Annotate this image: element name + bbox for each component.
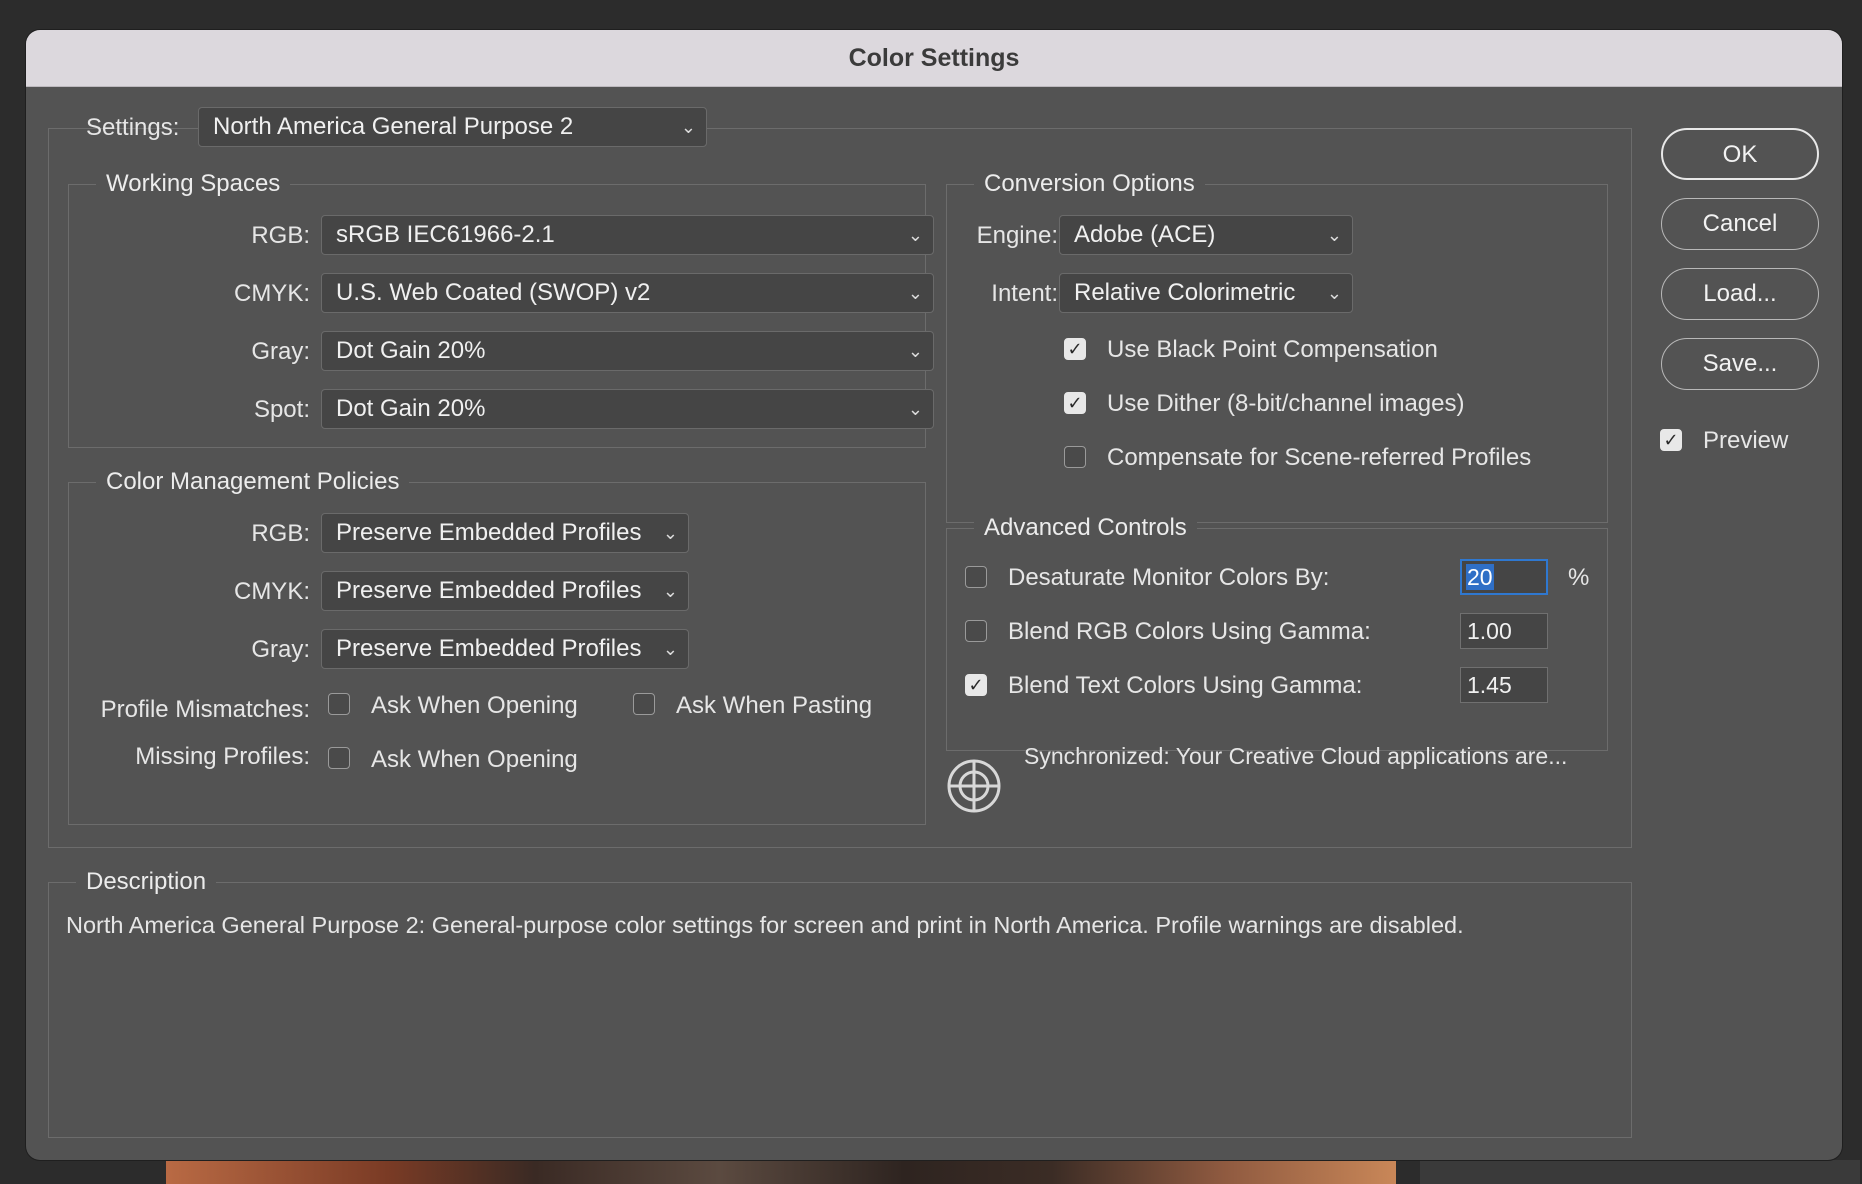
profile-mismatches-label: Profile Mismatches: [100, 696, 310, 723]
ws-cmyk-value: U.S. Web Coated (SWOP) v2 [336, 279, 651, 306]
color-settings-dialog: Color Settings Settings: North America G… [26, 30, 1842, 1160]
conversion-options-title: Conversion Options [974, 170, 1205, 198]
blend-rgb-checkbox[interactable] [965, 620, 987, 642]
black-point-label: Use Black Point Compensation [1107, 336, 1438, 363]
chevron-down-icon: ⌄ [1326, 283, 1342, 303]
missing-ask-opening-checkbox[interactable] [328, 747, 350, 769]
advanced-controls-title: Advanced Controls [974, 514, 1197, 542]
policy-gray-select[interactable]: Preserve Embedded Profiles ⌄ [321, 629, 689, 669]
save-button[interactable]: Save... [1661, 338, 1819, 390]
background-panel-strip [1420, 1160, 1860, 1184]
chevron-down-icon: ⌄ [907, 399, 923, 419]
blend-text-checkbox[interactable]: ✓ [965, 674, 987, 696]
blend-rgb-value: 1.00 [1467, 618, 1512, 644]
policy-cmyk-select[interactable]: Preserve Embedded Profiles ⌄ [321, 571, 689, 611]
policy-gray-value: Preserve Embedded Profiles [336, 635, 642, 662]
ws-spot-value: Dot Gain 20% [336, 395, 486, 422]
policy-rgb-value: Preserve Embedded Profiles [336, 519, 642, 546]
blend-rgb-input[interactable]: 1.00 [1460, 613, 1548, 649]
policy-rgb-label: RGB: [251, 520, 310, 547]
mismatch-ask-pasting-label: Ask When Pasting [676, 692, 873, 719]
sync-status-text: Synchronized: Your Creative Cloud applic… [1024, 743, 1568, 769]
settings-label: Settings: [86, 114, 180, 141]
ws-cmyk-label: CMYK: [233, 280, 310, 307]
desaturate-checkbox[interactable] [965, 566, 987, 588]
engine-select[interactable]: Adobe (ACE) ⌄ [1059, 215, 1353, 255]
black-point-checkbox[interactable]: ✓ [1064, 338, 1086, 360]
chevron-down-icon: ⌄ [680, 117, 696, 137]
window-title: Color Settings [848, 44, 1020, 72]
ws-gray-label: Gray: [251, 338, 310, 365]
preview-label: Preview [1703, 427, 1789, 454]
working-spaces-title: Working Spaces [96, 170, 291, 198]
checkmark-icon: ✓ [968, 675, 984, 695]
chevron-down-icon: ⌄ [907, 225, 923, 245]
ws-gray-value: Dot Gain 20% [336, 337, 486, 364]
blend-text-label: Blend Text Colors Using Gamma: [1008, 672, 1363, 699]
crosshair-sync-icon [946, 758, 1002, 814]
chevron-down-icon: ⌄ [907, 283, 923, 303]
blend-text-value: 1.45 [1467, 672, 1512, 698]
ws-rgb-select[interactable]: sRGB IEC61966-2.1 ⌄ [321, 215, 934, 255]
settings-select-value: North America General Purpose 2 [213, 113, 574, 140]
desaturate-value: 20 [1466, 564, 1494, 590]
settings-select[interactable]: North America General Purpose 2 ⌄ [198, 107, 707, 147]
engine-label: Engine: [976, 222, 1058, 249]
desaturate-input[interactable]: 20 [1460, 559, 1548, 595]
engine-value: Adobe (ACE) [1074, 221, 1216, 248]
desaturate-unit: % [1568, 564, 1590, 591]
ws-rgb-label: RGB: [251, 222, 310, 249]
blend-rgb-label: Blend RGB Colors Using Gamma: [1008, 618, 1371, 645]
ws-spot-select[interactable]: Dot Gain 20% ⌄ [321, 389, 934, 429]
preview-checkbox[interactable]: ✓ [1660, 429, 1682, 451]
intent-label: Intent: [991, 280, 1058, 307]
policy-cmyk-value: Preserve Embedded Profiles [336, 577, 642, 604]
title-bar: Color Settings [26, 30, 1842, 87]
checkmark-icon: ✓ [1067, 339, 1083, 359]
ws-rgb-value: sRGB IEC61966-2.1 [336, 221, 555, 248]
desaturate-label: Desaturate Monitor Colors By: [1008, 564, 1330, 591]
chevron-down-icon: ⌄ [662, 523, 678, 543]
scene-referred-checkbox[interactable] [1064, 446, 1086, 468]
checkmark-icon: ✓ [1663, 430, 1679, 450]
ws-cmyk-select[interactable]: U.S. Web Coated (SWOP) v2 ⌄ [321, 273, 934, 313]
policies-title: Color Management Policies [96, 468, 410, 496]
dither-label: Use Dither (8-bit/channel images) [1107, 390, 1465, 417]
chevron-down-icon: ⌄ [662, 581, 678, 601]
chevron-down-icon: ⌄ [1326, 225, 1342, 245]
blend-text-input[interactable]: 1.45 [1460, 667, 1548, 703]
policy-rgb-select[interactable]: Preserve Embedded Profiles ⌄ [321, 513, 689, 553]
policy-cmyk-label: CMYK: [233, 578, 310, 605]
policy-gray-label: Gray: [251, 636, 310, 663]
intent-value: Relative Colorimetric [1074, 279, 1296, 306]
missing-ask-opening-label: Ask When Opening [371, 746, 578, 773]
description-title: Description [76, 868, 217, 896]
ok-button[interactable]: OK [1661, 128, 1819, 180]
load-button[interactable]: Load... [1661, 268, 1819, 320]
background-image-strip [166, 1160, 1396, 1184]
intent-select[interactable]: Relative Colorimetric ⌄ [1059, 273, 1353, 313]
missing-profiles-label: Missing Profiles: [135, 743, 310, 770]
checkmark-icon: ✓ [1067, 393, 1083, 413]
mismatch-ask-opening-label: Ask When Opening [371, 692, 578, 719]
dither-checkbox[interactable]: ✓ [1064, 392, 1086, 414]
ws-spot-label: Spot: [253, 396, 310, 423]
ws-gray-select[interactable]: Dot Gain 20% ⌄ [321, 331, 934, 371]
chevron-down-icon: ⌄ [907, 341, 923, 361]
chevron-down-icon: ⌄ [662, 639, 678, 659]
mismatch-ask-pasting-checkbox[interactable] [633, 693, 655, 715]
cancel-button[interactable]: Cancel [1661, 198, 1819, 250]
mismatch-ask-opening-checkbox[interactable] [328, 693, 350, 715]
scene-referred-label: Compensate for Scene-referred Profiles [1107, 444, 1532, 471]
description-text: North America General Purpose 2: General… [66, 912, 1464, 938]
